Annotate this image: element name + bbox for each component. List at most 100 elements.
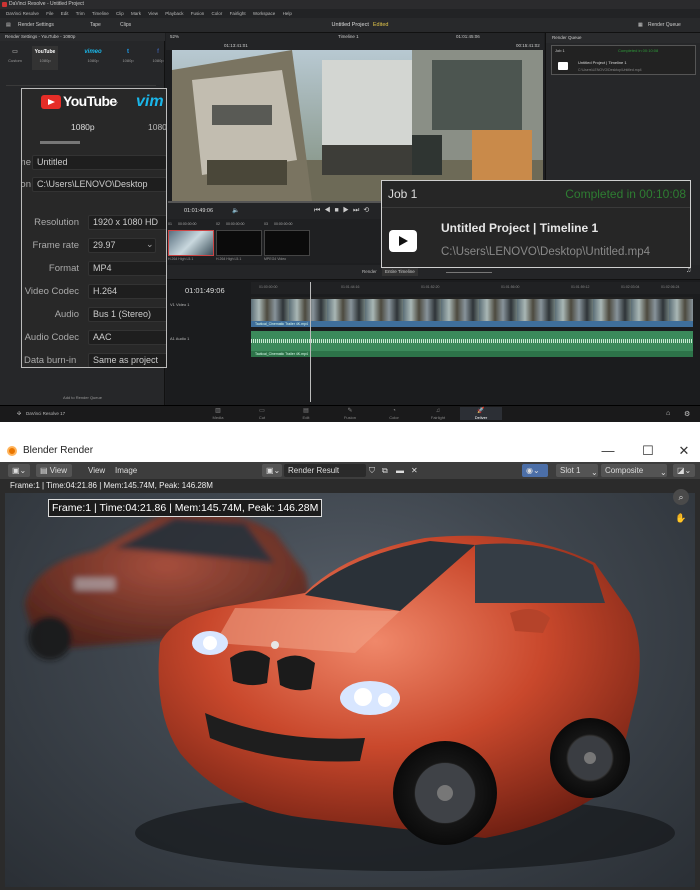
field-label: on — [21, 179, 31, 190]
filename-input[interactable]: Untitled — [32, 155, 166, 170]
page-navigation-bar: ✣ DaVinci Resolve 17 ▥ Media ▭ Cut ▤ Edit ✎… — [0, 405, 700, 422]
menu-item[interactable]: Playback — [165, 11, 183, 16]
shield-icon[interactable]: ⛉ — [369, 464, 375, 477]
chevron-down-icon[interactable]: ⌄ — [146, 239, 154, 250]
page-media[interactable]: ▥ Media — [205, 407, 231, 420]
audio-codec-select[interactable]: AAC — [88, 330, 166, 345]
menu-item[interactable]: Fairlight — [230, 11, 246, 16]
render-settings-icon[interactable]: ▤ — [6, 21, 11, 30]
menu-item[interactable]: Timeline — [92, 11, 109, 16]
menu-item[interactable]: Edit — [61, 11, 69, 16]
menu-item[interactable]: View — [148, 11, 158, 16]
menu-item[interactable]: DaVinci Resolve — [6, 11, 39, 16]
audio-track-label[interactable]: A1 Audio 1 — [170, 336, 189, 341]
video-codec-select[interactable]: H.264 — [88, 284, 166, 299]
editor-type-select[interactable]: ▣⌄ — [8, 464, 30, 477]
viewer-frame[interactable] — [172, 50, 543, 201]
preset-youtube[interactable]: YouTube 1080p — [32, 46, 58, 70]
pan-hand-icon[interactable]: ✋ — [673, 510, 689, 526]
job-name: Untitled Project | Timeline 1 — [578, 60, 627, 65]
image-name-field[interactable]: Render Result — [284, 464, 366, 477]
menu-item[interactable]: Help — [283, 11, 292, 16]
preset-label: 1080p — [122, 58, 134, 63]
page-deliver[interactable]: 🚀 Deliver — [460, 407, 502, 420]
render-settings-button[interactable]: Render Settings — [18, 21, 54, 30]
maximize-button[interactable]: ☐ — [630, 440, 666, 462]
color-page-icon: ◔ — [392, 408, 396, 414]
viewer-timecode-in: 01:13:41:01 — [224, 43, 248, 48]
clip-thumbnail[interactable] — [216, 230, 262, 256]
tape-button[interactable]: Tape — [90, 21, 101, 30]
preset-custom[interactable]: ▭ Custom — [2, 46, 28, 70]
audio-select[interactable]: Bus 1 (Stereo) — [88, 307, 166, 322]
playback-buttons[interactable]: ⏮◀■▶⏭⟲ — [314, 206, 373, 215]
timeline-ruler[interactable]: 01:00:00:00 01:01:44:16 01:01:52:20 01:0… — [251, 282, 700, 294]
clip-thumbnail[interactable] — [264, 230, 310, 256]
folder-icon[interactable]: ▬ — [396, 464, 404, 477]
gear-icon[interactable]: ⚙ — [684, 410, 690, 418]
zoom-icon[interactable]: ⌕ — [673, 489, 689, 505]
timeline-selector[interactable]: Timeline 1 — [338, 34, 359, 39]
page-cut[interactable]: ▭ Cut — [249, 407, 275, 420]
video-clip-name: Tactical_Cinematic Trailer 4K.mp4 — [255, 322, 308, 326]
clip-thumbnail[interactable] — [168, 230, 214, 256]
render-queue-button[interactable]: Render Queue — [648, 21, 681, 30]
image-menu[interactable]: Image — [115, 464, 137, 477]
playhead[interactable] — [310, 282, 311, 402]
image-browse-button[interactable]: ▣⌄ — [262, 464, 282, 477]
video-clip-label[interactable]: Tactical_Cinematic Trailer 4K.mp4 — [251, 321, 693, 327]
deliver-page-icon: 🚀 — [477, 408, 485, 414]
menu-item[interactable]: Color — [212, 11, 223, 16]
menu-item[interactable]: Mark — [131, 11, 141, 16]
menu-item[interactable]: Clip — [116, 11, 124, 16]
chevron-down-icon[interactable]: ⌄ — [113, 97, 120, 106]
zoom-slider[interactable] — [446, 272, 492, 273]
page-fusion[interactable]: ✎ Fusion — [337, 407, 363, 420]
add-to-render-queue-button[interactable]: Add to Render Queue — [0, 393, 165, 403]
render-pass-select[interactable]: Composite — [601, 464, 667, 477]
resolve-logo-icon: ✣ — [17, 411, 22, 417]
display-channels-select[interactable]: ◉⌄ — [522, 464, 548, 477]
render-result-view[interactable] — [5, 493, 695, 887]
zoom-level[interactable]: 52% — [170, 34, 179, 39]
view-mode-select[interactable]: ▤ View — [36, 464, 72, 477]
audio-clip-label[interactable]: Tactical_Cinematic Trailer 4K.mp4 — [251, 351, 693, 357]
render-queue-icon[interactable]: ▦ — [638, 21, 643, 30]
video-track-label[interactable]: V1 Video 1 — [170, 302, 190, 307]
view-menu[interactable]: View — [88, 464, 105, 477]
render-mode-select[interactable]: Entire Timeline — [382, 268, 418, 276]
menu-item[interactable]: Fusion — [191, 11, 205, 16]
page-edit[interactable]: ▤ Edit — [293, 407, 319, 420]
close-icon[interactable]: ✕ — [411, 464, 418, 477]
image-editor-header: ▣⌄ ▤ View View Image ▣⌄ Render Result ⛉ … — [0, 462, 700, 479]
copy-icon[interactable]: ⧉ — [382, 464, 388, 477]
chevron-down-icon: ⌄ — [660, 468, 667, 477]
menu-item[interactable]: Trim — [76, 11, 85, 16]
clips-button[interactable]: Clips — [120, 21, 131, 30]
data-burn-in-select[interactable]: Same as project — [88, 353, 166, 367]
home-icon[interactable]: ⌂ — [666, 410, 670, 417]
minimize-button[interactable]: — — [590, 440, 626, 462]
page-color[interactable]: ◔ Color — [381, 407, 407, 420]
format-select[interactable]: MP4 — [88, 261, 166, 276]
audio-clip[interactable] — [251, 331, 693, 351]
preset-vimeo[interactable]: vimeo 1080p — [80, 46, 106, 70]
overlay-select[interactable]: ◪⌄ — [673, 464, 695, 477]
page-fairlight[interactable]: ♫ Fairlight — [425, 407, 451, 420]
audio-meter-icon[interactable]: ♫ — [686, 267, 691, 274]
field-label: Audio Codec — [24, 332, 79, 343]
youtube-preset-name[interactable]: YouTube — [63, 93, 117, 109]
menu-item[interactable]: File — [46, 11, 53, 16]
video-clip-thumbnails[interactable] — [251, 299, 693, 321]
volume-icon[interactable]: 🔈 — [232, 207, 239, 214]
resolution-select[interactable]: 1920 x 1080 HD — [88, 215, 166, 230]
menu-item[interactable]: Workspace — [253, 11, 275, 16]
blender-title-bar: Blender Render — ☐ ✕ — [0, 440, 700, 462]
location-input[interactable]: C:\Users\LENOVO\Desktop — [32, 177, 166, 192]
close-button[interactable]: ✕ — [666, 440, 700, 462]
preset-twitter[interactable]: t 1080p — [115, 46, 141, 70]
fairlight-page-icon: ♫ — [435, 408, 441, 414]
vimeo-preset-name[interactable]: vim — [136, 93, 164, 111]
render-job-item[interactable]: Job 1 Completed in 00:10:08 Untitled Pro… — [551, 45, 696, 75]
clip-id: 02 — [216, 222, 220, 226]
